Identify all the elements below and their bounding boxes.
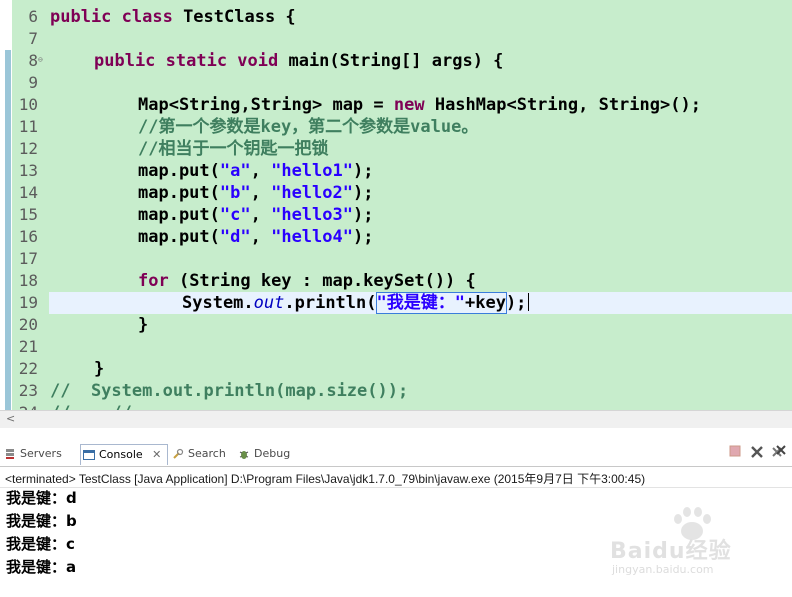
code-line: 10 Map<String,String> map = new HashMap<…	[0, 94, 792, 116]
code-line: 9	[0, 72, 792, 94]
code-line: 12 //相当于一个钥匙一把锁	[0, 138, 792, 160]
code-line: 11 //第一个参数是key，第二个参数是value。	[0, 116, 792, 138]
code-text: }	[94, 359, 105, 379]
line-number: 14	[18, 183, 38, 202]
line-number: 19	[18, 293, 38, 312]
comment-text: // System.out.println(map.size());	[50, 381, 409, 401]
code-line: 7	[0, 28, 792, 50]
line-number: 24	[14, 402, 38, 410]
line-number: 9	[28, 73, 38, 92]
close-icon[interactable]: ✕	[152, 448, 161, 461]
line-number: 6	[28, 7, 38, 26]
line-number: 11	[18, 117, 38, 136]
tab-label: Console	[99, 448, 143, 461]
comment-text: // //...	[50, 402, 163, 410]
watermark-url: jingyan.baidu.com	[612, 563, 714, 576]
horizontal-scrollbar[interactable]: <	[0, 410, 792, 428]
terminate-icon	[729, 445, 741, 457]
line-number: 8	[28, 51, 38, 70]
scroll-left-icon[interactable]: <	[6, 412, 15, 425]
code-line: 18 for (String key : map.keySet()) {	[0, 270, 792, 292]
line-number: 7	[28, 29, 38, 48]
code-text: Map<String,String> map = new HashMap<Str…	[138, 95, 701, 115]
remove-all-icon	[772, 445, 786, 457]
code-text[interactable]: System.out.println("我是键："+key);	[182, 292, 530, 314]
tab-debug[interactable]: Debug	[236, 444, 290, 464]
fold-icon[interactable]: ⊖	[38, 50, 43, 70]
tab-servers[interactable]: Servers	[2, 444, 62, 464]
terminate-button[interactable]	[727, 445, 743, 461]
code-editor[interactable]: 6 public class TestClass { 7 8 ⊖ public …	[0, 0, 792, 410]
line-number: 20	[18, 315, 38, 334]
code-line: 16 map.put("d", "hello4");	[0, 226, 792, 248]
code-line: 14 map.put("b", "hello2");	[0, 182, 792, 204]
line-number: 17	[18, 249, 38, 268]
code-line: 24 // //...	[0, 402, 792, 410]
tab-console[interactable]: Console ✕	[80, 444, 169, 465]
line-number: 21	[18, 337, 38, 356]
code-text: map.put("d", "hello4");	[138, 227, 374, 247]
code-line: 8 ⊖ public static void main(String[] arg…	[0, 50, 792, 72]
search-icon	[173, 448, 184, 459]
line-number: 22	[18, 359, 38, 378]
tab-label: Search	[188, 447, 226, 460]
remove-all-button[interactable]	[771, 445, 787, 461]
tab-label: Debug	[254, 447, 291, 460]
bracket-match-highlight: "我是键："+key	[375, 292, 507, 314]
console-icon	[83, 450, 95, 460]
code-line: 13 map.put("a", "hello1");	[0, 160, 792, 182]
code-text: }	[138, 315, 149, 335]
code-text: map.put("a", "hello1");	[138, 161, 374, 181]
code-line: 22 }	[0, 358, 792, 380]
view-tab-bar: Servers Console ✕ Search Debug	[0, 442, 792, 467]
line-number: 18	[18, 271, 38, 290]
code-line: 19 System.out.println("我是键："+key);	[0, 292, 792, 314]
code-text: public class TestClass {	[50, 7, 296, 27]
remove-icon	[751, 446, 763, 458]
code-line: 20 }	[0, 314, 792, 336]
code-line: 6 public class TestClass {	[0, 6, 792, 28]
comment-text: //相当于一个钥匙一把锁	[138, 139, 329, 159]
text-caret	[528, 293, 530, 311]
servers-icon	[6, 449, 14, 459]
watermark-text: Baidu经验	[610, 539, 732, 564]
launch-status: <terminated> TestClass [Java Application…	[5, 472, 646, 486]
code-text: map.put("b", "hello2");	[138, 183, 374, 203]
line-number: 12	[18, 139, 38, 158]
code-text: public static void main(String[] args) {	[94, 51, 504, 71]
code-line: 21	[0, 336, 792, 358]
tab-search[interactable]: Search	[170, 444, 226, 464]
line-number: 15	[18, 205, 38, 224]
comment-text: //第一个参数是key，第二个参数是value。	[138, 117, 479, 137]
line-number: 23	[18, 381, 38, 400]
line-number: 16	[18, 227, 38, 246]
line-number: 10	[18, 95, 38, 114]
code-line: 15 map.put("c", "hello3");	[0, 204, 792, 226]
watermark-logo: Baidu经验 jingyan.baidu.com	[582, 505, 772, 585]
code-line: 23 // System.out.println(map.size());	[0, 380, 792, 402]
debug-icon	[239, 451, 249, 459]
remove-launch-button[interactable]	[749, 445, 765, 461]
code-line: 17	[0, 248, 792, 270]
code-text: for (String key : map.keySet()) {	[138, 271, 476, 291]
code-text: map.put("c", "hello3");	[138, 205, 374, 225]
tab-label: Servers	[20, 447, 62, 460]
line-number: 13	[18, 161, 38, 180]
